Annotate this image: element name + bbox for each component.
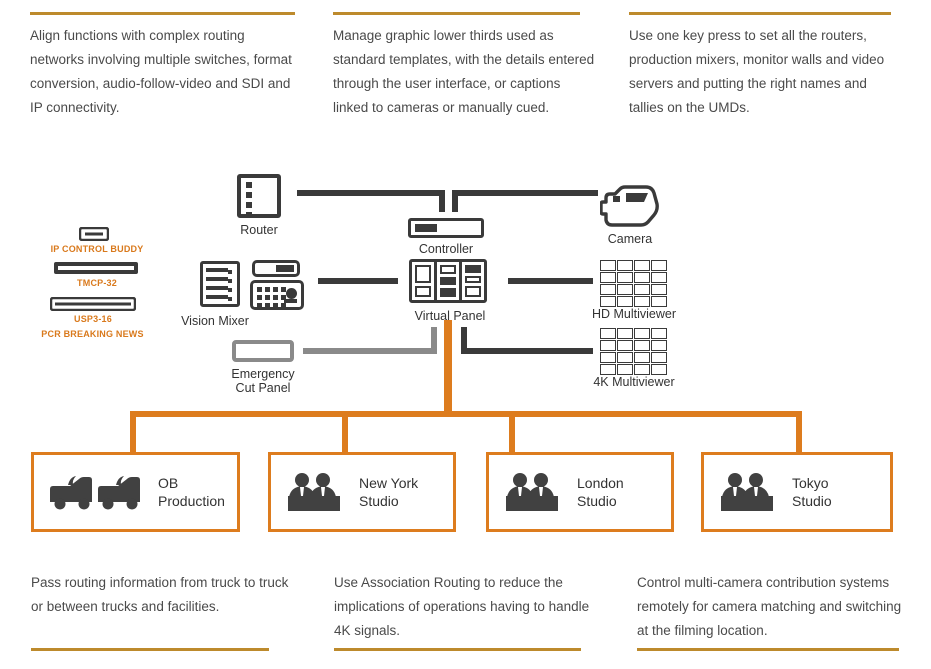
note-rule-bottom-3 xyxy=(637,648,899,651)
site-label-ob-production: OB Production xyxy=(158,475,225,509)
note-bottom-1: Pass routing information from truck to t… xyxy=(31,575,289,614)
note-top-2: Manage graphic lower thirds used as stan… xyxy=(333,28,595,115)
link-4k-multiviewer-elbow xyxy=(461,327,467,354)
distribution-bus xyxy=(130,411,802,417)
note-bottom-3: Control multi-camera contribution system… xyxy=(637,575,902,638)
ob-truck-icon xyxy=(48,472,144,512)
link-emergency-cut-panel-elbow xyxy=(431,327,437,354)
note-rule-bottom-2 xyxy=(334,648,581,651)
hd-multiviewer-label: HD Multiviewer xyxy=(591,307,677,321)
product-label-ip-control-buddy: IP CONTROL BUDDY xyxy=(50,244,144,254)
hd-multiviewer-icon xyxy=(600,260,667,307)
site-box-tokyo-studio[interactable]: Tokyo Studio xyxy=(701,452,893,532)
studio-people-icon xyxy=(718,471,778,513)
site-label-new-york-studio: New York Studio xyxy=(359,475,419,509)
vision-mixer-label: Vision Mixer xyxy=(181,314,249,328)
note-bottom-2: Use Association Routing to reduce the im… xyxy=(334,575,590,638)
link-router-elbow-down xyxy=(439,190,445,212)
virtual-panel-label: Virtual Panel xyxy=(414,309,486,323)
link-controller-to-camera xyxy=(452,190,598,196)
drop-tokyo-studio xyxy=(796,411,802,453)
vision-mixer-surface-icon xyxy=(250,280,304,310)
vision-mixer-icon xyxy=(200,261,240,307)
ip-control-buddy-icon xyxy=(79,227,109,241)
camera-icon xyxy=(600,184,660,228)
note-top-1: Align functions with complex routing net… xyxy=(30,28,292,115)
link-virtual-panel-to-hd-multiviewer xyxy=(508,278,593,284)
drop-new-york-studio xyxy=(342,411,348,453)
site-box-london-studio[interactable]: London Studio xyxy=(486,452,674,532)
note-rule-top-2 xyxy=(333,12,580,15)
router-icon xyxy=(237,174,281,218)
note-top-3: Use one key press to set all the routers… xyxy=(629,28,885,115)
tmcp-32-icon xyxy=(53,261,139,275)
drop-london-studio xyxy=(509,411,515,453)
vision-mixer-monitor-icon xyxy=(252,260,300,277)
site-label-london-studio: London Studio xyxy=(577,475,624,509)
note-rule-top-3 xyxy=(629,12,891,15)
router-label: Router xyxy=(240,223,278,237)
link-emergency-cut-panel xyxy=(303,348,437,354)
site-label-tokyo-studio: Tokyo Studio xyxy=(792,475,832,509)
emergency-cut-panel-icon xyxy=(232,340,294,362)
controller-icon xyxy=(408,218,484,238)
product-label-usp3-16: USP3-16 xyxy=(74,314,112,324)
4k-multiviewer-icon xyxy=(600,328,667,375)
usp3-16-icon xyxy=(50,297,136,311)
emergency-cut-panel-label: Emergency Cut Panel xyxy=(231,367,295,395)
link-vision-mixer-to-virtual-panel xyxy=(318,278,398,284)
camera-label: Camera xyxy=(607,232,653,246)
link-4k-multiviewer xyxy=(461,348,593,354)
controller-label: Controller xyxy=(418,242,474,256)
studio-people-icon xyxy=(285,471,345,513)
product-label-tmcp-32: TMCP-32 xyxy=(77,278,117,288)
note-rule-top-1 xyxy=(30,12,295,15)
virtual-panel-icon xyxy=(409,259,487,303)
site-box-ob-production[interactable]: OB Production xyxy=(31,452,240,532)
trunk-virtual-panel-down xyxy=(444,320,452,416)
site-box-new-york-studio[interactable]: New York Studio xyxy=(268,452,456,532)
drop-ob-production xyxy=(130,411,136,453)
studio-people-icon xyxy=(503,471,563,513)
link-router-to-controller xyxy=(297,190,445,196)
note-rule-bottom-1 xyxy=(31,648,269,651)
product-label-pcr-breaking-news: PCR BREAKING NEWS xyxy=(41,329,144,339)
4k-multiviewer-label: 4K Multiviewer xyxy=(593,375,675,389)
